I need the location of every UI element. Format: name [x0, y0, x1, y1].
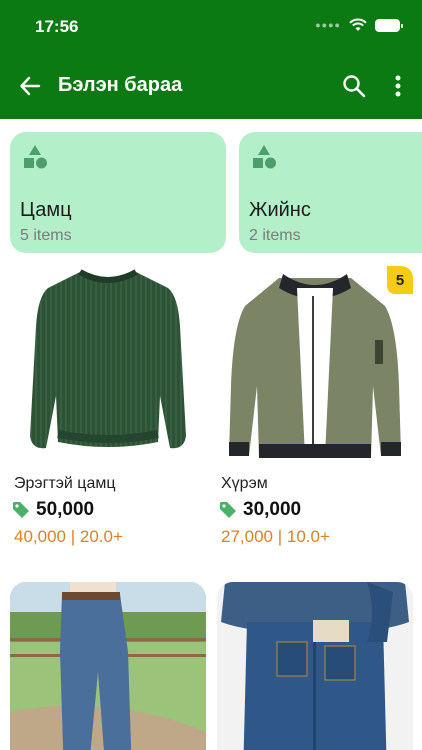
wifi-icon	[349, 18, 367, 31]
app-bar: 17:56 ●●●● Бэлэн бараа	[0, 0, 422, 119]
product-name: Эрэгтэй цамц	[14, 475, 116, 492]
category-count: 2 items	[249, 227, 301, 244]
product-price: 30,000	[243, 499, 302, 520]
product-image	[217, 266, 413, 462]
wholesale-price: 40,000 | 20.0+	[14, 527, 123, 546]
product-name: Хүрэм	[221, 475, 268, 492]
product-image	[217, 582, 413, 750]
toolbar: Бэлэн бараа	[0, 62, 422, 108]
quantity-badge: 5	[387, 266, 413, 294]
jeans-outdoor-image	[10, 582, 206, 750]
category-card[interactable]: Жийнс 2 items	[239, 132, 422, 253]
category-card[interactable]: Цамц 5 items	[10, 132, 226, 253]
signal-icon: ●●●●	[315, 19, 341, 30]
price-row: 50,000	[12, 499, 94, 521]
search-icon	[343, 75, 366, 98]
back-button[interactable]	[16, 72, 44, 100]
jeans-studio-image	[217, 582, 413, 750]
page-title: Бэлэн бараа	[58, 74, 183, 96]
category-shapes-icon	[24, 145, 47, 169]
product-image	[10, 582, 206, 750]
wholesale-price: 27,000 | 10.0+	[221, 527, 330, 546]
more-options-button[interactable]	[386, 72, 410, 100]
category-shapes-icon	[253, 145, 276, 169]
product-image	[10, 266, 206, 462]
arrow-left-icon	[20, 76, 41, 96]
more-vert-icon	[395, 75, 401, 97]
category-name: Жийнс	[249, 199, 311, 221]
category-count: 5 items	[20, 227, 72, 244]
status-icons: ●●●●	[315, 18, 403, 32]
olive-bomber-jacket-image	[229, 274, 401, 458]
search-button[interactable]	[340, 72, 368, 100]
green-sweater-image	[30, 269, 186, 449]
status-time: 17:56	[35, 17, 79, 36]
price-row: 30,000	[219, 499, 301, 521]
category-name: Цамц	[20, 199, 72, 221]
price-tag-icon	[13, 502, 29, 518]
price-tag-icon	[220, 502, 236, 518]
battery-icon	[375, 18, 403, 32]
product-price: 50,000	[36, 499, 95, 520]
